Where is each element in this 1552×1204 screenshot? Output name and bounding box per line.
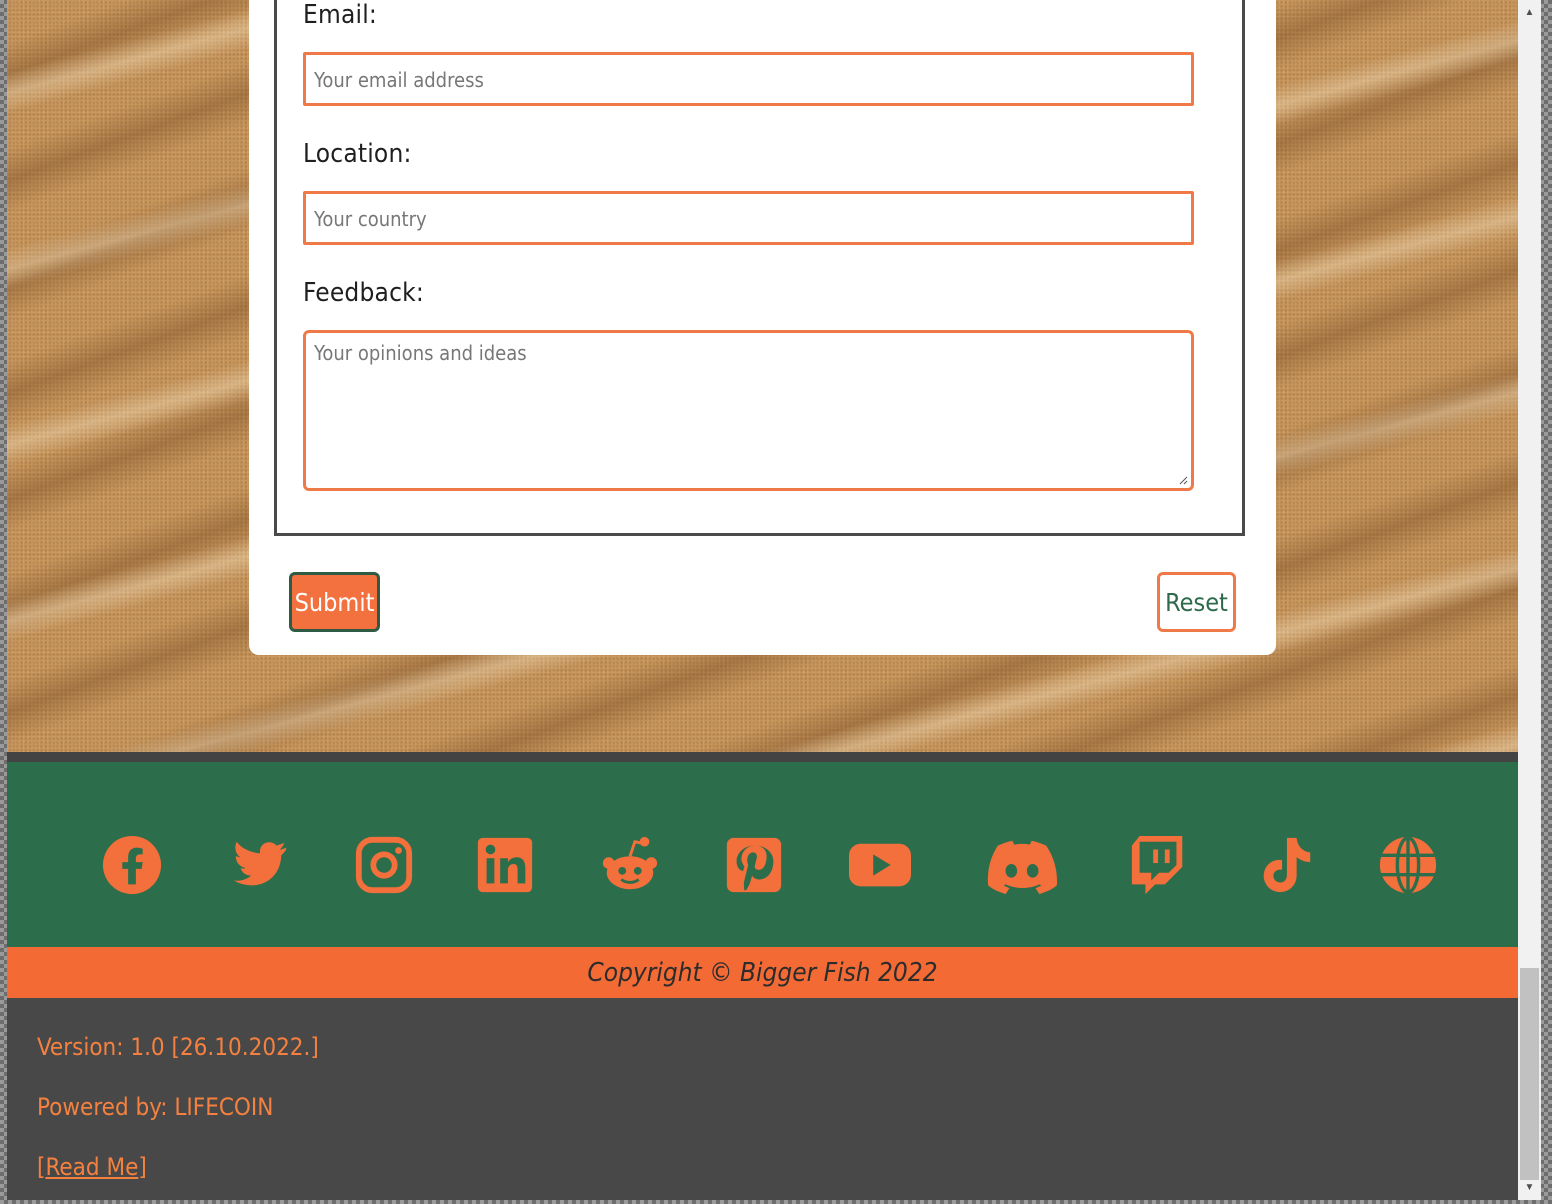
discord-icon[interactable] (985, 834, 1059, 896)
scrollbar-thumb[interactable] (1520, 968, 1539, 1180)
email-field[interactable]: Your email address (303, 52, 1194, 106)
email-placeholder: Your email address (314, 68, 484, 92)
site-info: Version: 1.0 [26.10.2022.] Powered by: L… (7, 998, 1518, 1200)
tiktok-icon[interactable] (1254, 834, 1316, 896)
page-viewport: Email: Your email address Location: Your… (7, 0, 1518, 1200)
social-links-bar (7, 762, 1518, 947)
instagram-icon[interactable] (353, 834, 415, 896)
facebook-icon[interactable] (101, 834, 163, 896)
version-text: Version: 1.0 [26.10.2022.] (37, 1033, 319, 1061)
scroll-down-icon[interactable]: ▼ (1518, 1177, 1541, 1197)
scroll-up-icon[interactable]: ▲ (1518, 2, 1541, 22)
location-label: Location: (303, 139, 412, 169)
linkedin-icon[interactable] (474, 834, 536, 896)
pinterest-icon[interactable] (723, 834, 785, 896)
feedback-textarea[interactable]: Your opinions and ideas (303, 330, 1194, 491)
youtube-icon[interactable] (846, 834, 914, 896)
globe-icon[interactable] (1377, 834, 1439, 896)
submit-button[interactable]: Submit (289, 572, 380, 632)
resize-handle-icon[interactable] (1178, 475, 1188, 485)
location-field[interactable]: Your country (303, 191, 1194, 245)
twitter-icon[interactable] (228, 834, 290, 896)
feedback-card: Email: Your email address Location: Your… (249, 0, 1276, 655)
vertical-scrollbar[interactable]: ▲ ▼ (1518, 0, 1541, 1200)
copyright-text: Copyright © Bigger Fish 2022 (587, 957, 938, 988)
readme-bracket-close: ] (138, 1153, 147, 1181)
readme-line: [Read Me] (37, 1153, 147, 1181)
readme-link[interactable]: Read Me (45, 1153, 138, 1181)
location-placeholder: Your country (314, 207, 427, 231)
powered-by-text: Powered by: LIFECOIN (37, 1093, 274, 1121)
feedback-fieldset: Email: Your email address Location: Your… (274, 0, 1245, 536)
reddit-icon[interactable] (599, 834, 661, 896)
reset-button[interactable]: Reset (1157, 572, 1236, 632)
twitch-icon[interactable] (1128, 834, 1190, 896)
copyright-bar: Copyright © Bigger Fish 2022 (7, 947, 1518, 998)
feedback-placeholder: Your opinions and ideas (314, 341, 527, 365)
feedback-label: Feedback: (303, 278, 424, 308)
footer-divider (7, 752, 1518, 762)
email-label: Email: (303, 0, 377, 30)
sand-background: Email: Your email address Location: Your… (7, 0, 1518, 752)
